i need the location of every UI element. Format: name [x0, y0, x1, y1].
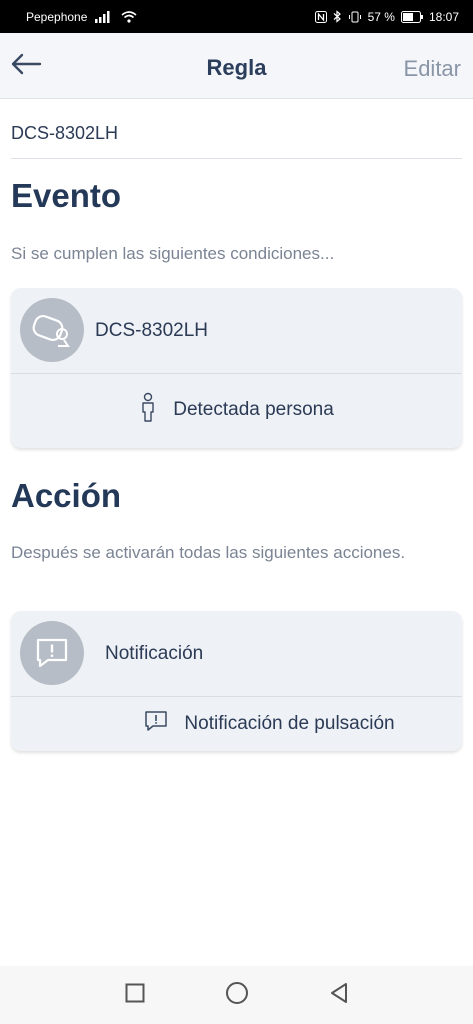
edit-button[interactable]: Editar	[404, 56, 461, 82]
divider	[11, 158, 462, 159]
notification-icon	[144, 710, 168, 738]
event-condition-row[interactable]: Detectada persona	[11, 374, 462, 446]
event-device-row[interactable]: DCS-8302LH	[11, 288, 462, 374]
carrier-label: Pepephone	[26, 9, 88, 24]
action-card[interactable]: Notificación Notificación de pulsación	[11, 611, 462, 751]
square-icon	[125, 983, 145, 1008]
action-type-label: Notificación	[105, 643, 204, 664]
notification-icon	[20, 621, 84, 685]
triangle-back-icon	[329, 982, 349, 1009]
recent-apps-button[interactable]	[123, 983, 147, 1007]
event-condition-label: Detectada persona	[173, 399, 334, 420]
system-nav-bar	[0, 966, 473, 1024]
battery-percent: 57 %	[367, 9, 395, 24]
event-device-label: DCS-8302LH	[95, 320, 208, 341]
camera-icon	[20, 298, 84, 362]
rule-device-name: DCS-8302LH	[11, 123, 119, 143]
person-icon	[139, 392, 157, 428]
system-back-button[interactable]	[327, 982, 351, 1009]
bluetooth-icon	[333, 10, 342, 23]
clock: 18:07	[428, 9, 459, 24]
battery-icon	[400, 10, 423, 23]
event-section-subtitle: Si se cumplen las siguientes condiciones…	[11, 244, 335, 263]
action-section-subtitle: Después se activarán todas las siguiente…	[11, 543, 406, 562]
vibrate-icon	[348, 11, 362, 23]
signal-icon	[95, 10, 113, 23]
action-detail-row[interactable]: Notificación de pulsación	[11, 697, 462, 751]
page-title: Regla	[206, 55, 267, 80]
event-section-title: Evento	[11, 177, 122, 214]
home-button[interactable]	[225, 981, 249, 1010]
event-card[interactable]: DCS-8302LH Detectada persona	[11, 288, 462, 448]
status-bar: Pepephone 57 % 18:07	[0, 0, 473, 33]
action-type-row[interactable]: Notificación	[11, 611, 462, 697]
action-detail-label: Notificación de pulsación	[184, 713, 395, 734]
app-header: Regla Editar	[0, 33, 473, 99]
wifi-icon	[121, 10, 137, 23]
circle-icon	[225, 981, 249, 1010]
action-section-title: Acción	[11, 477, 122, 514]
nfc-icon	[314, 10, 327, 23]
